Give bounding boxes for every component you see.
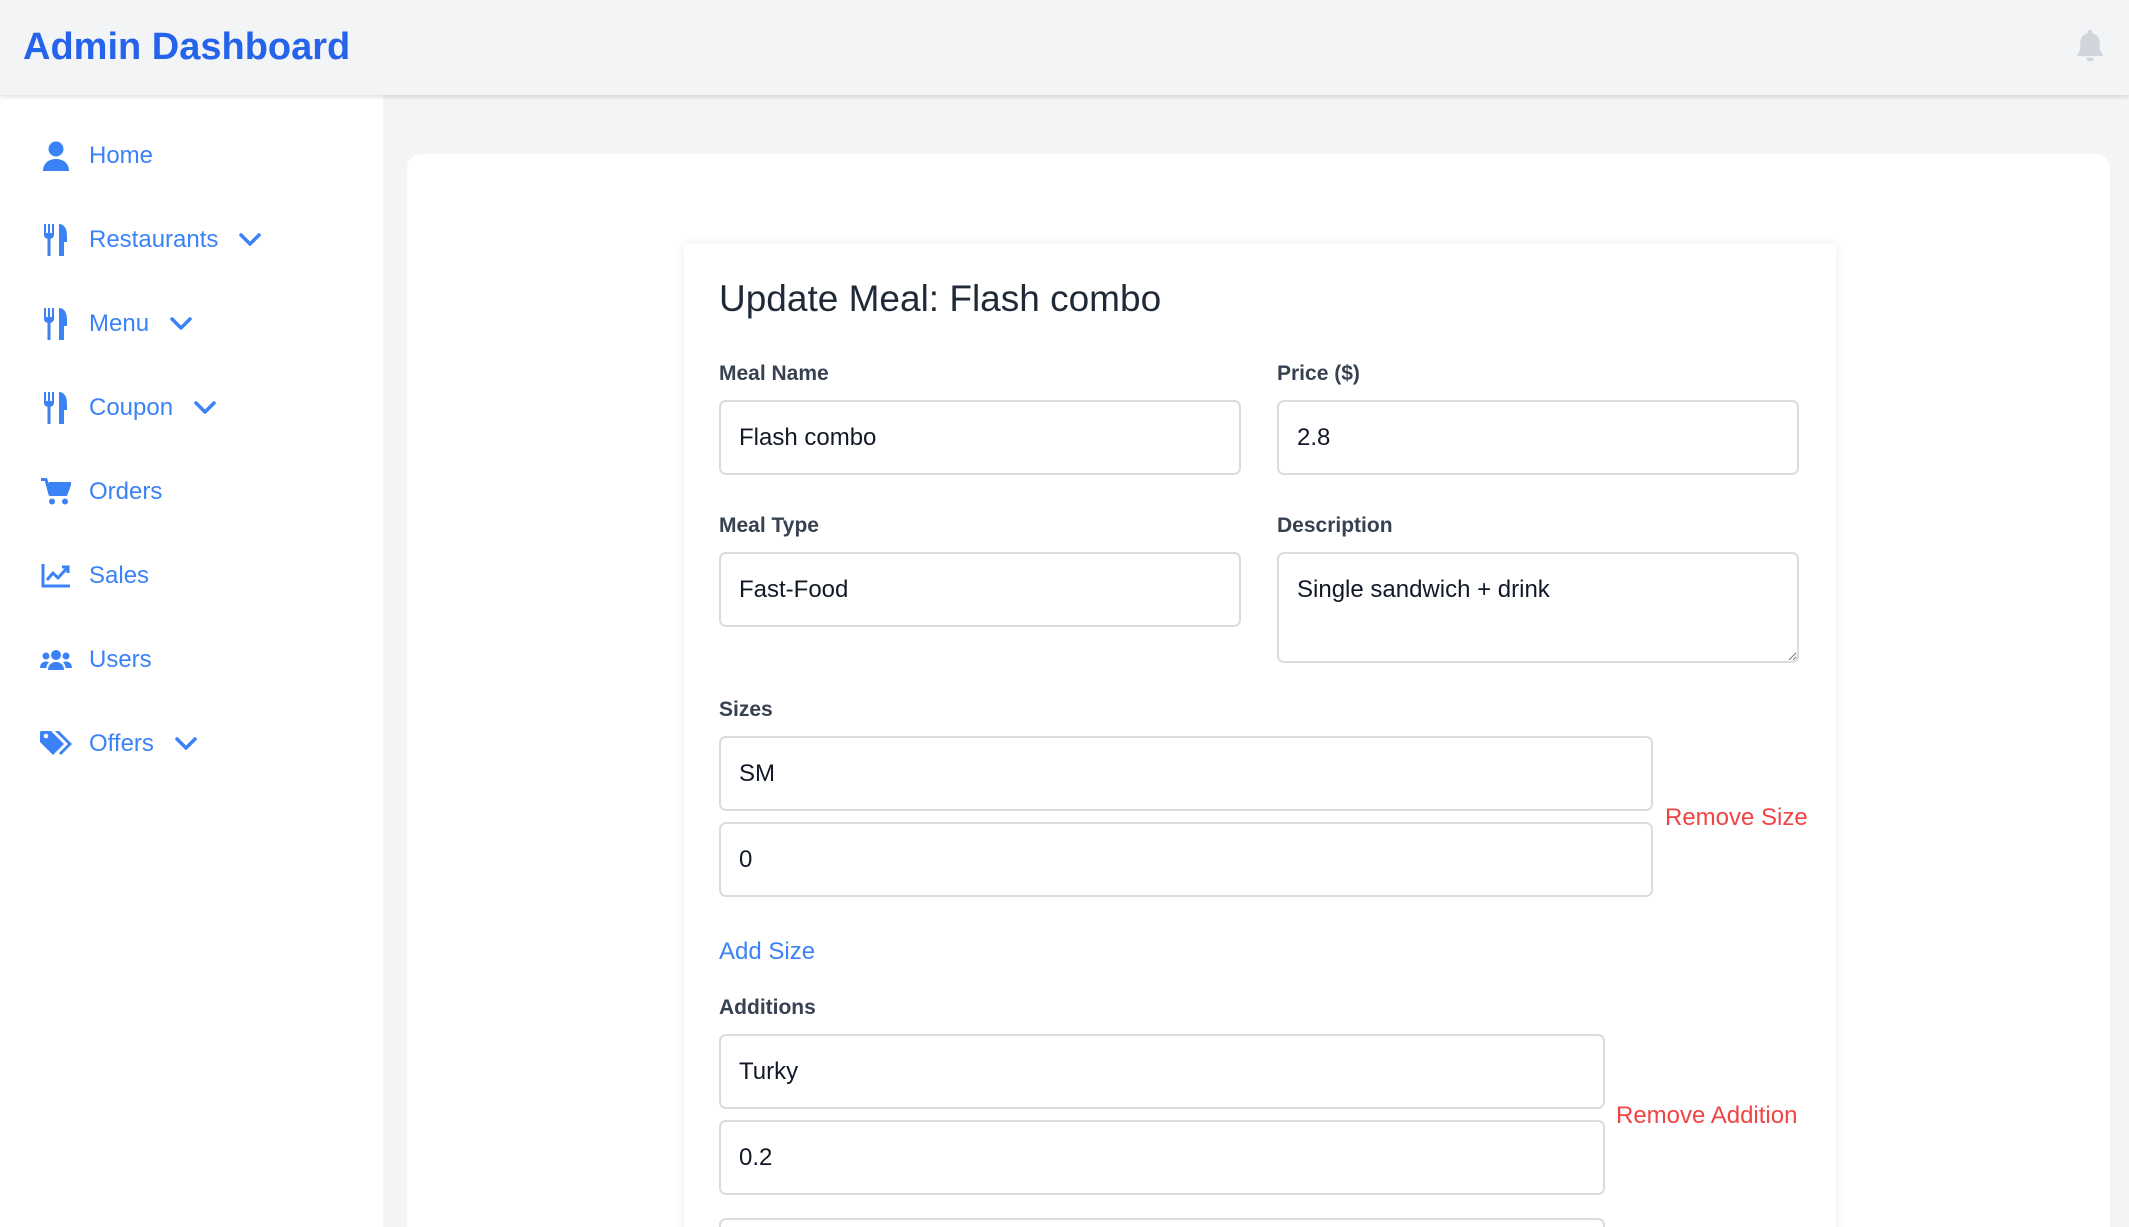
sidebar-item-home[interactable]: Home (0, 114, 383, 198)
chevron-down-icon[interactable] (174, 736, 198, 752)
sizes-label: Sizes (719, 698, 773, 721)
user-icon (40, 140, 72, 172)
chart-line-icon (40, 560, 72, 592)
addition-name-input[interactable] (719, 1034, 1605, 1109)
addition-name-input-partial[interactable] (719, 1218, 1605, 1227)
chevron-down-icon[interactable] (193, 400, 217, 416)
description-label: Description (1277, 514, 1393, 537)
description-textarea[interactable]: Single sandwich + drink (1277, 552, 1799, 663)
sidebar-item-restaurants[interactable]: Restaurants (0, 198, 383, 282)
remove-size-button[interactable]: Remove Size (1665, 804, 1808, 832)
bell-icon[interactable] (2075, 30, 2105, 64)
chevron-down-icon[interactable] (169, 316, 193, 332)
price-label: Price ($) (1277, 362, 1360, 385)
size-name-input[interactable] (719, 736, 1653, 811)
top-bar: Admin Dashboard (0, 0, 2129, 95)
meal-name-label: Meal Name (719, 362, 829, 385)
sidebar-item-label: Sales (89, 562, 150, 589)
users-icon (40, 644, 72, 676)
meal-name-input[interactable] (719, 400, 1241, 475)
cart-icon (40, 476, 72, 508)
sidebar-item-label: Users (89, 646, 152, 673)
tags-icon (40, 728, 72, 760)
sidebar-item-menu[interactable]: Menu (0, 282, 383, 366)
remove-addition-button[interactable]: Remove Addition (1616, 1102, 1797, 1130)
size-price-input[interactable] (719, 822, 1653, 897)
utensils-icon (40, 392, 72, 424)
sidebar-item-label: Menu (89, 310, 150, 337)
sidebar-item-coupon[interactable]: Coupon (0, 366, 383, 450)
utensils-icon (40, 308, 72, 340)
app-title: Admin Dashboard (23, 26, 351, 68)
price-input[interactable] (1277, 400, 1799, 475)
sidebar-item-label: Orders (89, 478, 163, 505)
sidebar-item-label: Coupon (89, 394, 174, 421)
sidebar-item-label: Offers (89, 730, 154, 757)
chevron-down-icon[interactable] (238, 232, 262, 248)
sidebar-item-offers[interactable]: Offers (0, 702, 383, 786)
sidebar-item-label: Restaurants (89, 226, 219, 253)
sidebar-item-users[interactable]: Users (0, 618, 383, 702)
sidebar-item-sales[interactable]: Sales (0, 534, 383, 618)
utensils-icon (40, 224, 72, 256)
meal-type-input[interactable] (719, 552, 1241, 627)
addition-price-input[interactable] (719, 1120, 1605, 1195)
sidebar: Home Restaurants Menu Coupon Orders Sale… (0, 95, 383, 1227)
sidebar-item-orders[interactable]: Orders (0, 450, 383, 534)
form-title: Update Meal: Flash combo (719, 278, 1162, 319)
additions-label: Additions (719, 996, 816, 1019)
sidebar-item-label: Home (89, 142, 154, 169)
meal-type-label: Meal Type (719, 514, 819, 537)
add-size-button[interactable]: Add Size (719, 938, 815, 966)
